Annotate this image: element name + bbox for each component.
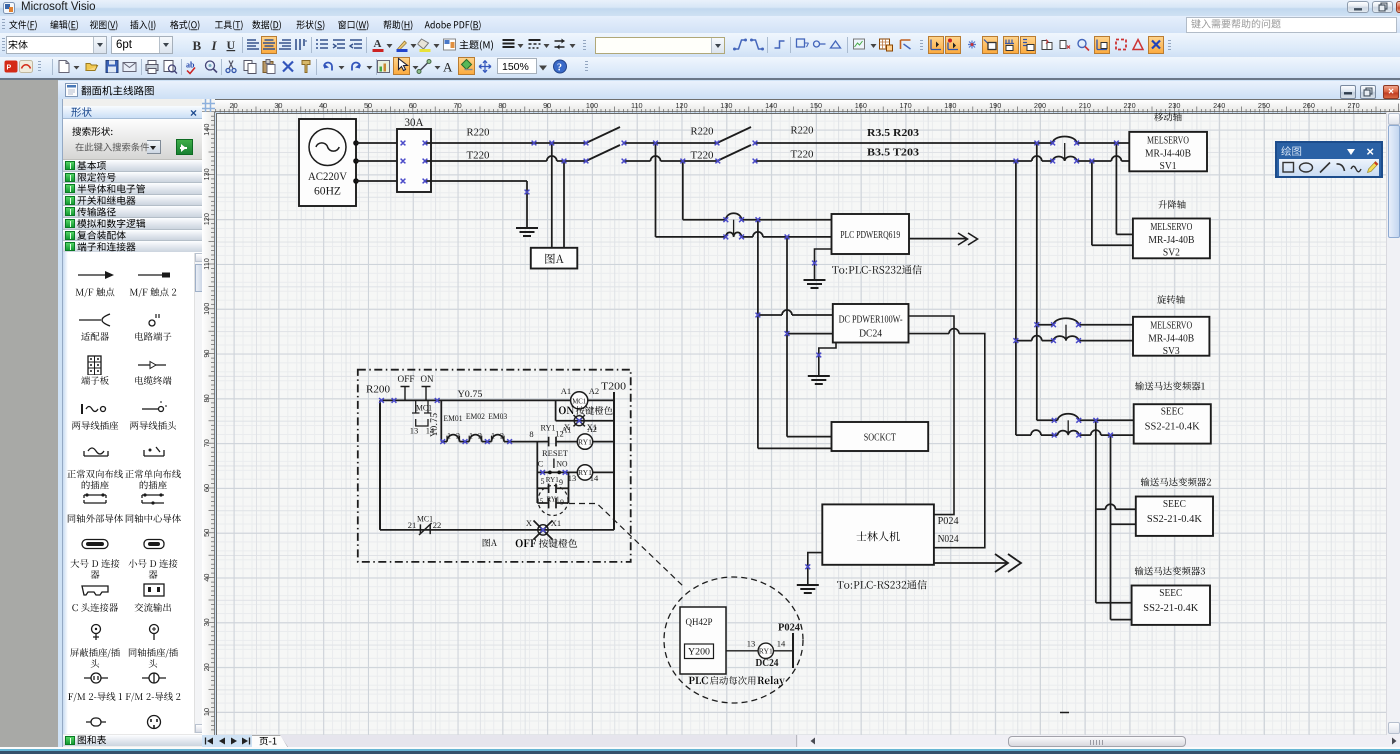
svg-text:MR-J4-40B: MR-J4-40B xyxy=(1145,149,1191,160)
svg-text:SV3: SV3 xyxy=(1163,346,1180,357)
svg-text:C: C xyxy=(538,459,544,469)
svg-text:PLC PDWERQ619: PLC PDWERQ619 xyxy=(840,230,900,241)
svg-text:T220: T220 xyxy=(791,150,814,161)
svg-text:SV1: SV1 xyxy=(1160,161,1177,172)
svg-text:9: 9 xyxy=(559,478,563,487)
svg-text:30A: 30A xyxy=(405,117,425,129)
svg-text:DC24: DC24 xyxy=(756,658,779,669)
svg-text:?: ? xyxy=(557,63,562,74)
svg-text:RESET: RESET xyxy=(542,448,569,458)
svg-text:T200: T200 xyxy=(601,382,626,393)
svg-text:P: P xyxy=(6,65,11,72)
svg-text:R220: R220 xyxy=(467,128,490,139)
svg-text:1: 1 xyxy=(491,432,495,441)
svg-text:5: 5 xyxy=(541,477,545,486)
svg-text:MELSERVO: MELSERVO xyxy=(1147,136,1189,147)
svg-text:SS2-21-0.4K: SS2-21-0.4K xyxy=(1143,603,1199,614)
svg-text:P024: P024 xyxy=(938,516,959,527)
svg-text:AC220V: AC220V xyxy=(308,169,347,183)
svg-text:A1: A1 xyxy=(562,426,572,435)
svg-text:9: 9 xyxy=(560,498,564,507)
svg-text:ON: ON xyxy=(421,374,434,384)
svg-text:13: 13 xyxy=(410,426,419,436)
svg-text:MELSERVO: MELSERVO xyxy=(1150,321,1192,332)
svg-text:R3.5 R203: R3.5 R203 xyxy=(867,127,920,139)
svg-text:R220: R220 xyxy=(791,126,814,137)
svg-text:MELSERVO: MELSERVO xyxy=(1150,222,1192,233)
svg-text:21: 21 xyxy=(408,520,417,530)
svg-text:5: 5 xyxy=(540,497,544,506)
svg-text:N024: N024 xyxy=(938,534,959,545)
svg-text:U: U xyxy=(226,38,235,52)
svg-text:RY1: RY1 xyxy=(547,495,560,504)
svg-text:X1: X1 xyxy=(551,518,561,528)
svg-text:SEEC: SEEC xyxy=(1161,407,1184,418)
svg-text:B: B xyxy=(192,38,201,53)
svg-text:T220: T220 xyxy=(691,151,714,162)
svg-text:A2: A2 xyxy=(587,425,597,434)
svg-text:Y200: Y200 xyxy=(688,648,710,658)
svg-text:MC1: MC1 xyxy=(417,514,433,524)
svg-text:DC PDWER100W-: DC PDWER100W- xyxy=(839,315,903,326)
svg-text:SV2: SV2 xyxy=(1163,248,1180,259)
svg-text:P024: P024 xyxy=(778,623,800,634)
svg-text:EM02: EM02 xyxy=(466,411,485,421)
svg-text:MC1: MC1 xyxy=(572,397,586,406)
svg-text:2: 2 xyxy=(478,432,482,441)
svg-text:RY1: RY1 xyxy=(759,646,773,655)
svg-text:MR-J4-40B: MR-J4-40B xyxy=(1148,235,1194,246)
svg-text:NO: NO xyxy=(557,459,568,469)
svg-text:EM03: EM03 xyxy=(488,411,507,421)
svg-text:QH42P: QH42P xyxy=(686,617,713,627)
svg-text:MR-J4-40B: MR-J4-40B xyxy=(1148,334,1194,345)
svg-text:T220: T220 xyxy=(467,151,490,162)
svg-text:22: 22 xyxy=(433,520,442,530)
svg-text:RY1: RY1 xyxy=(541,423,556,433)
svg-text:SS2-21-0.4K: SS2-21-0.4K xyxy=(1147,514,1203,525)
svg-text:SEEC: SEEC xyxy=(1159,588,1182,599)
svg-text:A: A xyxy=(443,60,453,75)
svg-text:SOCKCT: SOCKCT xyxy=(864,433,896,444)
svg-text:R220: R220 xyxy=(691,127,714,138)
svg-text:SS2-21-0.4K: SS2-21-0.4K xyxy=(1145,422,1201,433)
svg-text:SEEC: SEEC xyxy=(1163,499,1186,510)
svg-text:8: 8 xyxy=(529,429,533,439)
svg-text:RY1: RY1 xyxy=(546,475,559,484)
svg-text:I: I xyxy=(210,38,217,53)
svg-text:1: 1 xyxy=(469,432,473,441)
svg-text:X: X xyxy=(526,518,532,528)
svg-text:13: 13 xyxy=(747,639,756,649)
svg-text:Y0.75: Y0.75 xyxy=(458,390,483,400)
svg-text:2: 2 xyxy=(456,432,460,441)
svg-text:2: 2 xyxy=(500,432,504,441)
svg-text:OFF: OFF xyxy=(398,374,415,384)
svg-text:R200: R200 xyxy=(366,385,390,396)
svg-text:B3.5 T203: B3.5 T203 xyxy=(867,147,920,159)
svg-text:14: 14 xyxy=(777,639,786,649)
svg-text:MC1: MC1 xyxy=(416,403,432,413)
svg-text:A2: A2 xyxy=(589,386,599,396)
svg-text:A1: A1 xyxy=(561,386,571,396)
svg-text:1: 1 xyxy=(447,432,451,441)
svg-text:14: 14 xyxy=(590,473,599,483)
svg-text:60HZ: 60HZ xyxy=(314,184,341,198)
svg-text:RY1: RY1 xyxy=(578,437,592,446)
svg-text:DC24: DC24 xyxy=(859,329,882,340)
svg-text:EM01: EM01 xyxy=(444,413,463,423)
svg-text:A: A xyxy=(373,38,381,50)
